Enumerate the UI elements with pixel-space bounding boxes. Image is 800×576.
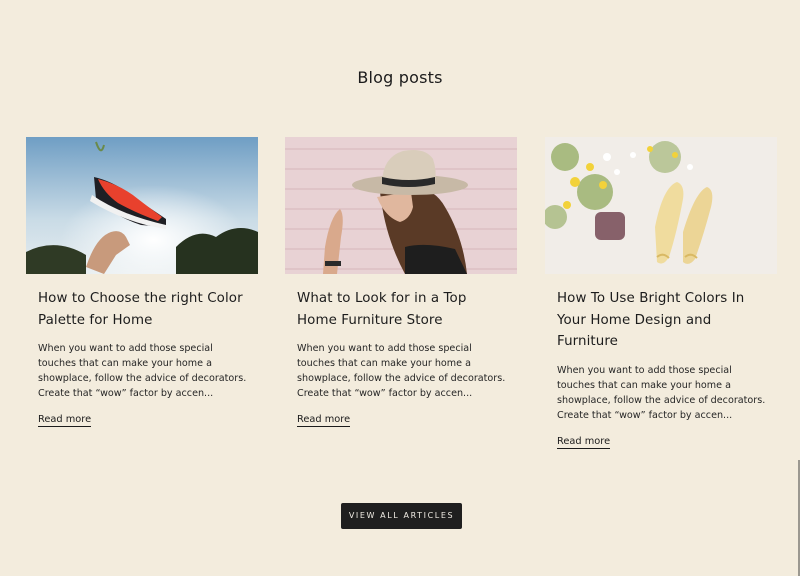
- blog-card: How To Use Bright Colors In Your Home De…: [545, 137, 778, 449]
- blog-card-title[interactable]: How To Use Bright Colors In Your Home De…: [557, 288, 766, 353]
- blog-card-excerpt: When you want to add those special touch…: [297, 343, 506, 399]
- read-more-link[interactable]: Read more: [557, 436, 611, 449]
- shoes-flowers-photo-icon: [545, 137, 777, 274]
- read-more-link[interactable]: Read more: [297, 414, 351, 427]
- blog-card-image[interactable]: [545, 137, 777, 274]
- blog-card-excerpt: When you want to add those special touch…: [38, 343, 247, 399]
- blog-card-image[interactable]: [26, 137, 258, 274]
- blog-card-title[interactable]: How to Choose the right Color Palette fo…: [38, 288, 247, 331]
- blog-card-title[interactable]: What to Look for in a Top Home Furniture…: [297, 288, 506, 331]
- sneaker-photo-icon: [26, 137, 258, 274]
- read-more-link[interactable]: Read more: [38, 414, 92, 427]
- woman-hat-photo-icon: [285, 137, 517, 274]
- view-all-articles-button[interactable]: VIEW ALL ARTICLES: [341, 503, 462, 529]
- blog-card: What to Look for in a Top Home Furniture…: [285, 137, 518, 427]
- blog-posts-section: Blog posts How to Choose the right Color…: [0, 0, 800, 576]
- blog-card: How to Choose the right Color Palette fo…: [26, 137, 259, 427]
- section-title: Blog posts: [357, 68, 443, 87]
- blog-card-image[interactable]: [285, 137, 517, 274]
- blog-card-excerpt: When you want to add those special touch…: [557, 364, 766, 421]
